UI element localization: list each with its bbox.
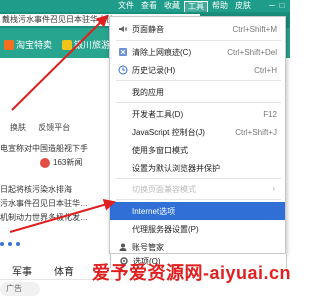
feedback-link[interactable]: 反馈平台 [38,123,70,132]
menu-item-clear-traces[interactable]: 清除上网痕迹(C) Ctrl+Shift+Del [110,43,285,61]
menu-item-devtools[interactable]: 开发者工具(D) F12 [110,105,285,123]
tools-dropdown-menu: 页面静音 Ctrl+Shift+M 清除上网痕迹(C) Ctrl+Shift+D… [109,16,286,254]
broom-icon [118,47,128,57]
menu-item-default-browser[interactable]: 设置为默认浏览器并保护 [110,159,285,177]
tab-military[interactable]: 军事 [12,263,32,278]
bookmark-icon [4,39,14,50]
news-headline[interactable]: 污水事件召见日本驻华… [0,198,88,209]
menu-item-history[interactable]: 历史记录(H) Ctrl+H [110,61,285,79]
bookmark-label: 银川旅游 [74,40,111,50]
bookmark-item[interactable]: 银川旅游 [62,38,110,51]
carousel-dots[interactable] [0,242,24,246]
watermark-text: 爱予爱资源网-aiyuai.cn [92,263,292,283]
source-avatar [40,157,50,168]
menu-item-proxy-settings[interactable]: 代理服务器设置(P) [110,220,285,238]
account-icon [118,242,128,252]
menu-item-internet-options[interactable]: Internet选项 [110,202,285,220]
news-source[interactable]: 163新闻 [40,157,82,168]
ad-pill[interactable]: 广告 [0,282,40,296]
menu-item-compat-mode: 切换页面兼容模式 › [132,184,275,194]
skin-link[interactable]: 换肤 [10,123,26,132]
menu-item-my-apps[interactable]: 我的应用 [110,83,285,101]
page-toolbar: 换肤 反馈平台 [0,122,80,133]
news-headline[interactable]: 电宣称对中国造船视下手 [0,143,88,154]
minimize-icon[interactable]: ─ [267,1,277,11]
menu-item-mute[interactable]: 页面静音 Ctrl+Shift+M [110,20,285,38]
mute-icon [118,24,128,34]
source-label: 163新闻 [53,158,83,167]
history-icon [118,65,128,75]
tab-sports[interactable]: 体育 [54,263,74,278]
chevron-right-icon: › [272,184,275,193]
title-menu-bar: 文件 查看 收藏 工具 帮助 皮肤 ─ □ [0,0,290,13]
menu-item-js-console[interactable]: JavaScript 控制台(J) Ctrl+Shift+J [110,123,285,141]
bookmark-icon [62,39,72,50]
news-headline[interactable]: 机制动力世界多极化发… [0,212,88,223]
news-headline[interactable]: 日起将核污染水排海 [0,184,72,195]
bookmark-item[interactable]: 淘宝特卖 [4,38,52,51]
menu-item-multi-window[interactable]: 使用多窗口模式 [110,141,285,159]
bookmark-label: 淘宝特卖 [16,40,53,50]
maximize-icon[interactable]: □ [277,1,287,11]
